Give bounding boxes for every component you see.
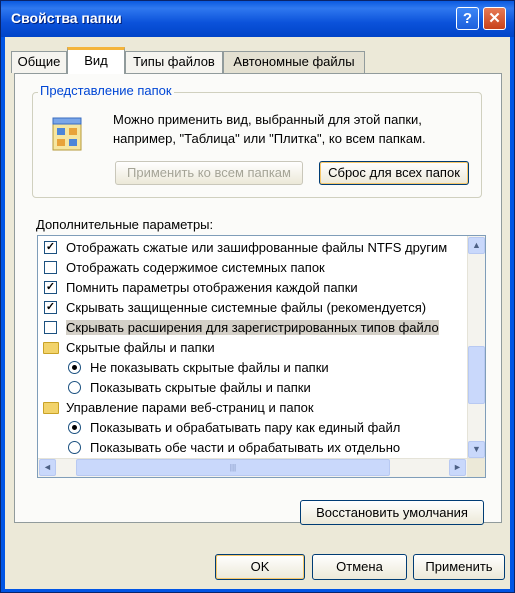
- radio-button[interactable]: [68, 361, 81, 374]
- list-item[interactable]: Показывать скрытые файлы и папки: [38, 378, 463, 398]
- window-title: Свойства папки: [11, 10, 122, 26]
- restore-defaults-button[interactable]: Восстановить умолчания: [300, 500, 484, 525]
- list-item[interactable]: Скрытые файлы и папки: [38, 338, 463, 358]
- list-item-label: Скрывать защищенные системные файлы (рек…: [66, 300, 427, 315]
- apply-to-all-folders-button[interactable]: Применить ко всем папкам: [115, 161, 303, 185]
- list-item-label: Показывать скрытые файлы и папки: [90, 380, 311, 395]
- advanced-settings-list[interactable]: ✓ Отображать сжатые или зашифрованные фа…: [37, 235, 486, 478]
- folder-options-window: Свойства папки ? ✕ Общие Вид Типы файлов…: [0, 0, 515, 593]
- radio-button[interactable]: [68, 381, 81, 394]
- ok-button[interactable]: OK: [215, 554, 305, 580]
- folder-icon: [43, 402, 59, 414]
- horizontal-scroll-thumb[interactable]: |||: [76, 459, 390, 476]
- tab-general[interactable]: Общие: [11, 51, 67, 73]
- list-item-label: Управление парами веб-страниц и папок: [66, 400, 314, 415]
- scroll-right-icon[interactable]: ►: [449, 459, 466, 476]
- list-item-label: Показывать и обрабатывать пару как едины…: [90, 420, 401, 435]
- list-item[interactable]: ✓ Скрывать защищенные системные файлы (р…: [38, 298, 463, 318]
- scroll-left-icon[interactable]: ◄: [39, 459, 56, 476]
- cancel-button[interactable]: Отмена: [312, 554, 407, 580]
- list-item[interactable]: Показывать и обрабатывать пару как едины…: [38, 418, 463, 438]
- checkbox[interactable]: [44, 261, 57, 274]
- vertical-scrollbar[interactable]: ▲ ▼: [467, 236, 485, 459]
- folder-view-group-label: Представление папок: [38, 83, 174, 98]
- radio-button[interactable]: [68, 421, 81, 434]
- list-item-label: Скрывать расширения для зарегистрированн…: [66, 320, 439, 335]
- advanced-settings-label: Дополнительные параметры:: [36, 217, 214, 232]
- list-item[interactable]: Отображать содержимое системных папок: [38, 258, 463, 278]
- scroll-up-icon[interactable]: ▲: [468, 237, 485, 254]
- list-item-label: Отображать содержимое системных папок: [66, 260, 325, 275]
- tab-view[interactable]: Вид: [67, 47, 125, 74]
- scroll-corner: [467, 459, 485, 477]
- help-button[interactable]: ?: [456, 7, 479, 30]
- close-button[interactable]: ✕: [483, 7, 506, 30]
- tab-offline-files[interactable]: Автономные файлы: [223, 51, 365, 73]
- list-item[interactable]: ✓ Помнить параметры отображения каждой п…: [38, 278, 463, 298]
- list-item[interactable]: ✓ Отображать сжатые или зашифрованные фа…: [38, 238, 463, 258]
- list-item[interactable]: Показывать обе части и обрабатывать их о…: [38, 438, 463, 458]
- checkbox[interactable]: ✓: [44, 281, 57, 294]
- checkbox[interactable]: ✓: [44, 301, 57, 314]
- list-item-label: Помнить параметры отображения каждой пап…: [66, 280, 358, 295]
- list-item-selected[interactable]: Скрывать расширения для зарегистрированн…: [38, 318, 463, 338]
- radio-button[interactable]: [68, 441, 81, 454]
- list-item[interactable]: Не показывать скрытые файлы и папки: [38, 358, 463, 378]
- list-item-label: Не показывать скрытые файлы и папки: [90, 360, 329, 375]
- checkbox[interactable]: [44, 321, 57, 334]
- horizontal-scrollbar[interactable]: ◄ ||| ►: [38, 458, 485, 477]
- folder-icon: [43, 342, 59, 354]
- folder-view-icon: [51, 114, 85, 152]
- list-item-label: Показывать обе части и обрабатывать их о…: [90, 440, 401, 455]
- list-item-label: Скрытые файлы и папки: [66, 340, 215, 355]
- checkbox[interactable]: ✓: [44, 241, 57, 254]
- apply-button[interactable]: Применить: [413, 554, 505, 580]
- list-item-label: Отображать сжатые или зашифрованные файл…: [66, 240, 448, 255]
- dialog-body: Общие Вид Типы файлов Автономные файлы П…: [5, 37, 510, 589]
- scroll-down-icon[interactable]: ▼: [468, 441, 485, 458]
- reset-all-folders-button[interactable]: Сброс для всех папок: [319, 161, 469, 185]
- title-bar[interactable]: Свойства папки ? ✕: [1, 1, 514, 37]
- list-item[interactable]: Управление парами веб-страниц и папок: [38, 398, 463, 418]
- tab-file-types[interactable]: Типы файлов: [125, 51, 223, 73]
- folder-view-description: Можно применить вид, выбранный для этой …: [113, 112, 426, 146]
- vertical-scroll-thumb[interactable]: [468, 346, 485, 404]
